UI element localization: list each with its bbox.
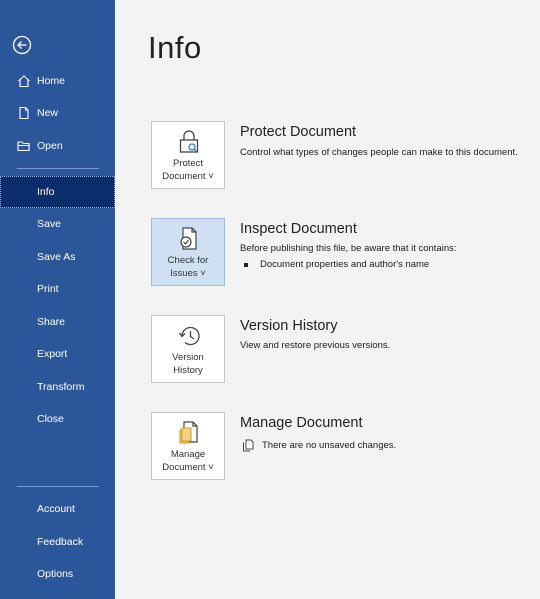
inspect-document-icon [180, 227, 197, 250]
protect-document-button[interactable]: Protect Document ˅ [151, 121, 225, 189]
sidebar-item-transform[interactable]: Transform [0, 372, 115, 402]
sidebar-divider [17, 486, 99, 487]
sidebar-item-label: Account [37, 503, 75, 515]
sidebar-item-options[interactable]: Options [0, 559, 115, 589]
sidebar-item-open[interactable]: Open [0, 131, 115, 161]
sidebar-item-label: Share [37, 316, 66, 328]
sidebar-item-label: Options [37, 568, 74, 580]
sidebar-item-home[interactable]: Home [0, 66, 115, 96]
sidebar-item-info[interactable]: Info [0, 176, 115, 208]
page-title: Info [148, 30, 202, 65]
back-arrow-icon [12, 35, 32, 55]
sidebar-item-label: Transform [37, 381, 85, 393]
sidebar-item-label: Feedback [37, 536, 84, 548]
button-label: Version History [172, 352, 204, 376]
section-title-version-history: Version History [240, 318, 338, 334]
section-description-protect: Control what types of changes people can… [240, 147, 518, 158]
section-description-version-history: View and restore previous versions. [240, 340, 391, 351]
folder-icon [17, 139, 31, 153]
button-label: Protect Document ˅ [162, 158, 214, 182]
sidebar-item-print[interactable]: Print [0, 274, 115, 304]
sidebar-item-save[interactable]: Save [0, 209, 115, 239]
sidebar-item-label: Open [37, 140, 63, 152]
sidebar-item-label: Save As [37, 251, 76, 263]
sidebar-item-label: Save [37, 218, 61, 230]
documents-icon [243, 439, 254, 452]
bullet-icon [244, 262, 248, 267]
back-button[interactable] [12, 35, 32, 55]
sidebar-item-label: Info [37, 186, 55, 198]
section-title-manage: Manage Document [240, 415, 363, 431]
sidebar-item-label: Export [37, 348, 68, 360]
sidebar-item-export[interactable]: Export [0, 339, 115, 369]
sidebar-item-label: Print [37, 283, 59, 295]
sidebar-divider [17, 168, 99, 169]
version-history-button[interactable]: Version History [151, 315, 225, 383]
button-label: Manage Document ˅ [162, 449, 214, 473]
manage-document-icon [179, 421, 198, 444]
lock-icon [179, 130, 199, 153]
sidebar-item-new[interactable]: New [0, 98, 115, 128]
manage-document-button[interactable]: Manage Document ˅ [151, 412, 225, 480]
sidebar-item-label: New [37, 107, 59, 119]
sidebar-item-account[interactable]: Account [0, 494, 115, 524]
list-item: Document properties and author's name [244, 259, 429, 270]
sidebar-item-label: Home [37, 75, 66, 87]
sidebar-item-feedback[interactable]: Feedback [0, 527, 115, 557]
sidebar: Home New Open Info Save Save As Print Sh… [0, 0, 115, 599]
section-description-inspect: Before publishing this file, be aware th… [240, 243, 457, 254]
unsaved-changes-status: There are no unsaved changes. [242, 439, 396, 452]
check-for-issues-button[interactable]: Check for Issues ˅ [151, 218, 225, 286]
sidebar-item-save-as[interactable]: Save As [0, 242, 115, 272]
section-title-protect: Protect Document [240, 124, 357, 140]
home-icon [17, 74, 31, 88]
new-document-icon [17, 106, 31, 120]
history-icon [178, 326, 200, 346]
sidebar-item-close[interactable]: Close [0, 404, 115, 434]
sidebar-item-label: Close [37, 413, 64, 425]
sidebar-item-share[interactable]: Share [0, 307, 115, 337]
button-label: Check for Issues ˅ [167, 255, 209, 279]
section-title-inspect: Inspect Document [240, 221, 357, 237]
